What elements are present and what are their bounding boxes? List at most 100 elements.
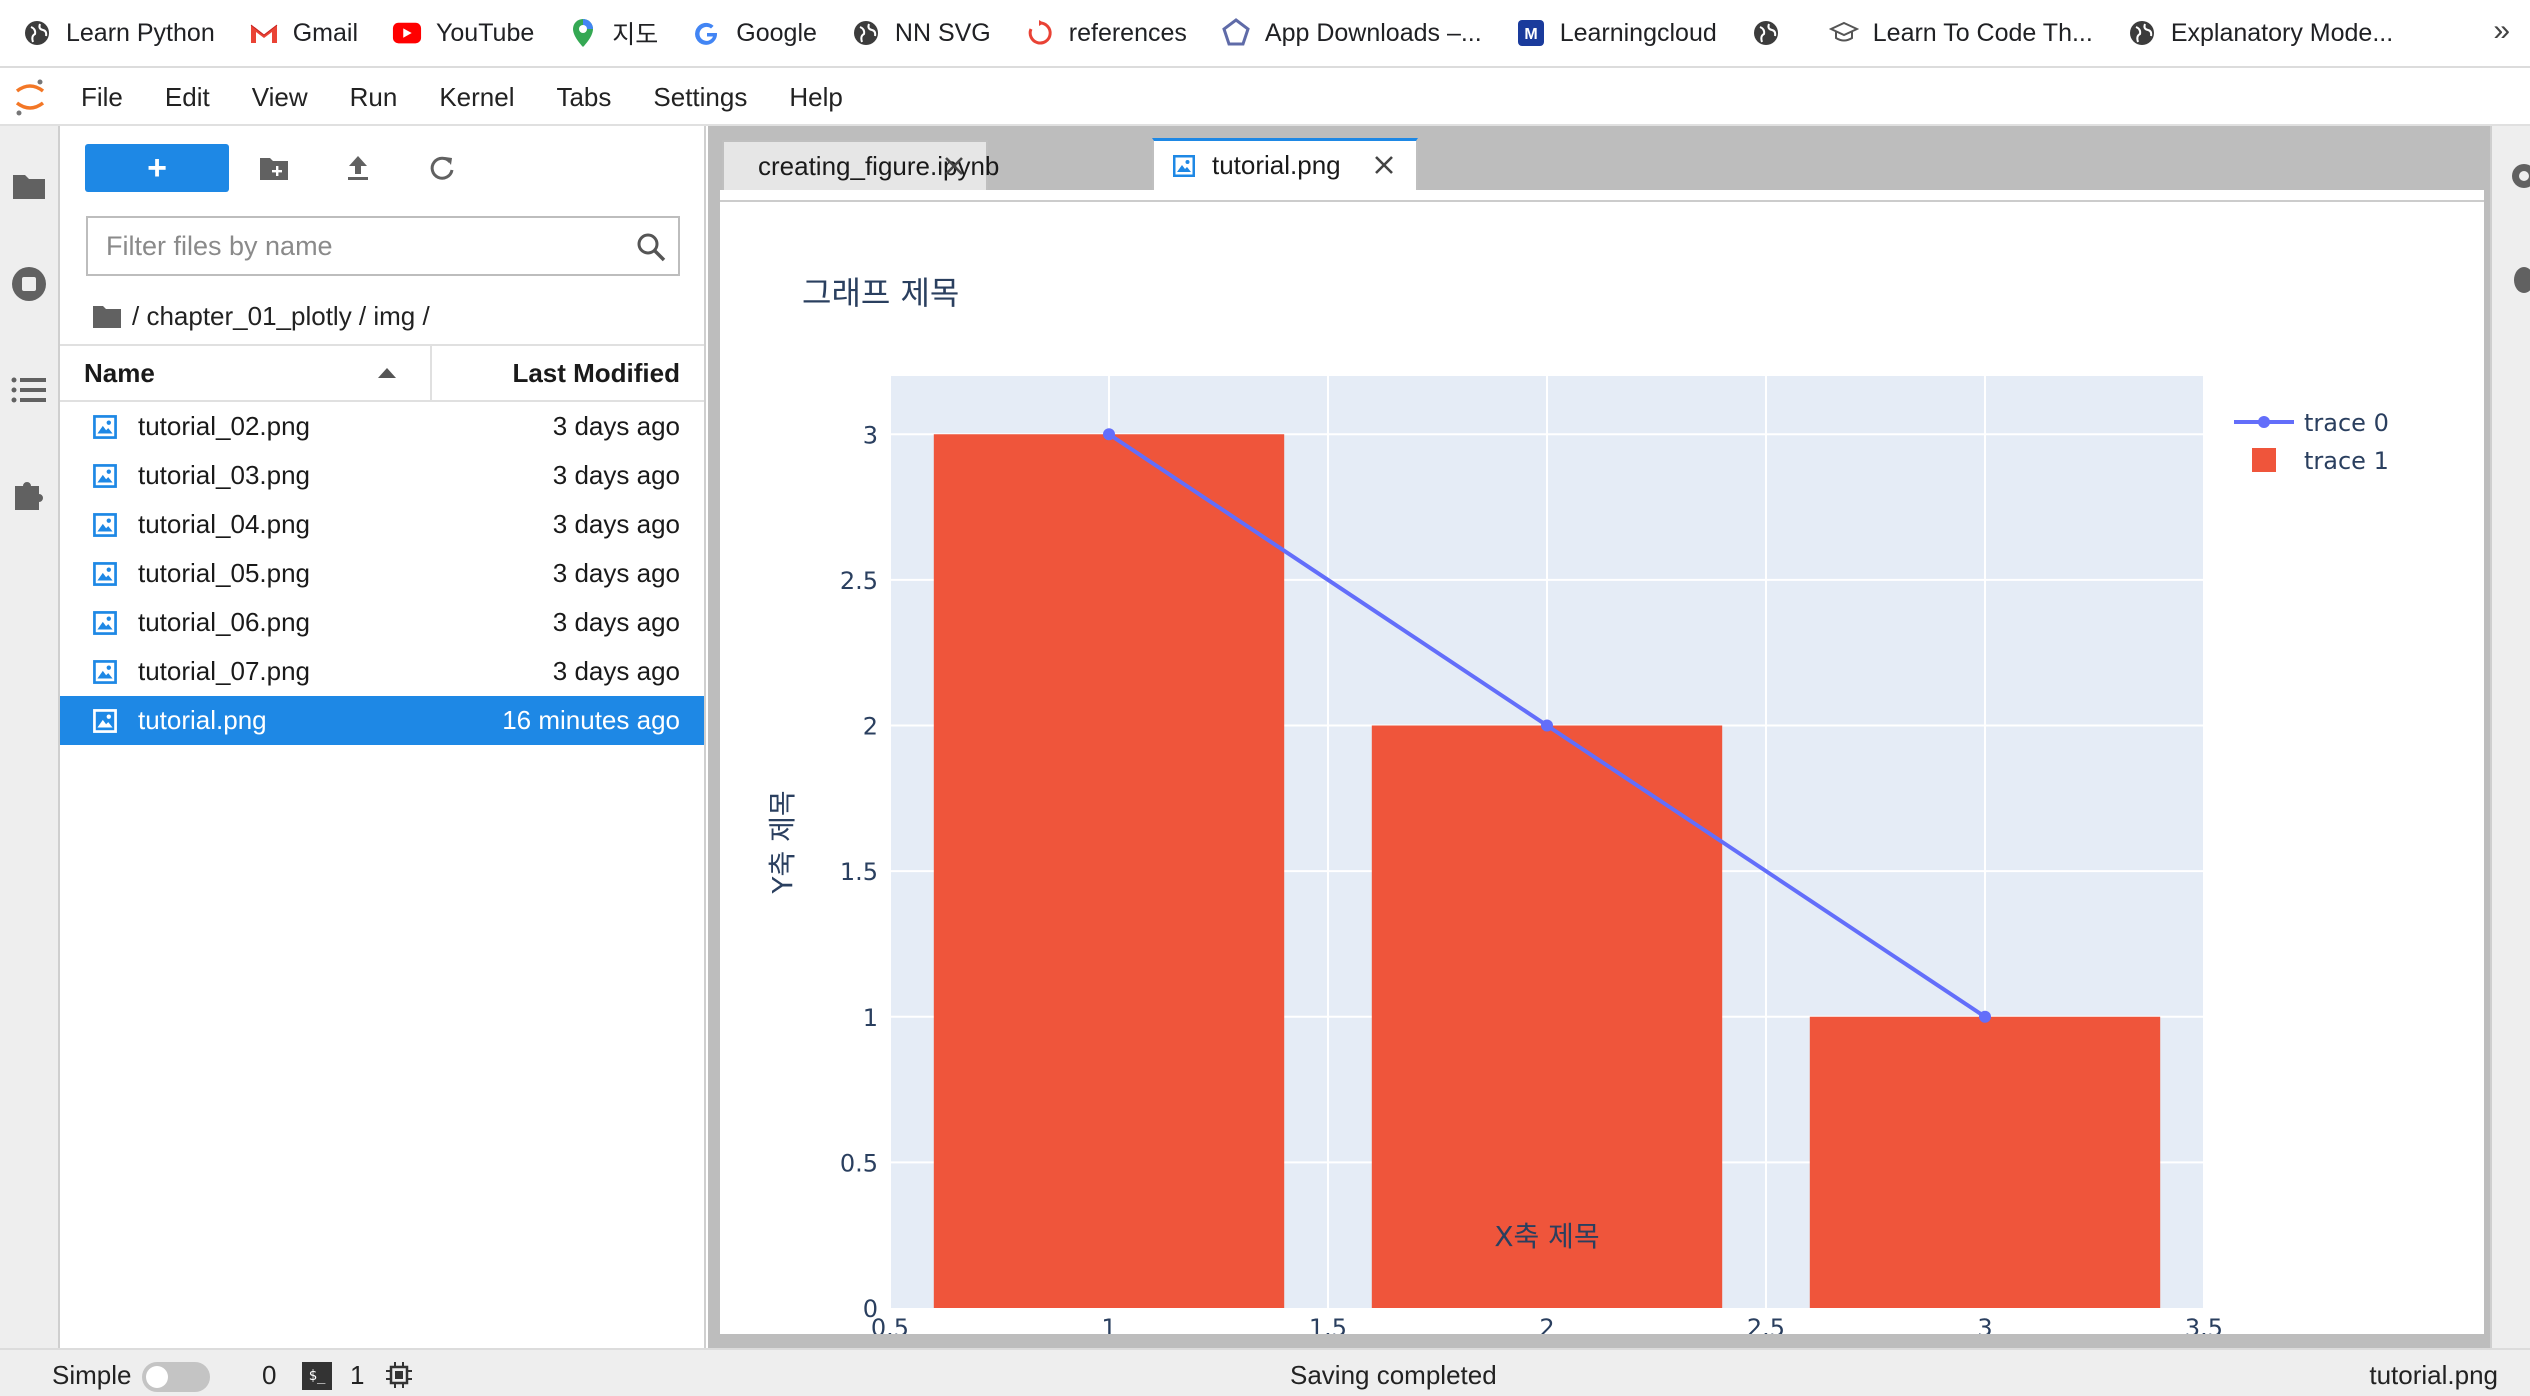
left-activity-bar: [0, 126, 60, 1348]
menu-tabs[interactable]: Tabs: [535, 69, 632, 125]
folder-icon[interactable]: [0, 156, 58, 216]
bookmark-label: references: [1068, 18, 1187, 47]
new-launcher-button[interactable]: +: [85, 144, 229, 192]
point-trace-0: [1541, 719, 1553, 732]
refresh-red-icon: [1025, 18, 1055, 48]
simple-mode-toggle[interactable]: [142, 1362, 210, 1392]
x-tick-label: 3.5: [2185, 1314, 2223, 1334]
close-icon[interactable]: [942, 154, 966, 178]
bookmark-10[interactable]: [1751, 0, 1795, 67]
x-axis-title: X축 제목: [1494, 1220, 1599, 1253]
bookmark-label: Learn Python: [66, 18, 215, 47]
kernel-count[interactable]: 0: [262, 1360, 276, 1391]
bookmark-2[interactable]: Gmail: [249, 0, 358, 67]
terminal-icon[interactable]: $_: [302, 1362, 332, 1390]
bookmark-8[interactable]: App Downloads –...: [1221, 0, 1482, 67]
bookmark-3[interactable]: YouTube: [392, 0, 534, 67]
menu-settings[interactable]: Settings: [632, 69, 768, 125]
refresh-icon[interactable]: [422, 148, 462, 188]
chart-title: 그래프 제목: [802, 274, 959, 312]
x-tick-label: 1.5: [1309, 1314, 1347, 1334]
y-tick-label: 1.5: [840, 858, 878, 886]
menu-edit[interactable]: Edit: [144, 69, 231, 125]
bookmark-label: Learn To Code Th...: [1872, 18, 2093, 47]
x-tick-label: 2: [1539, 1314, 1554, 1334]
column-header-last-modified[interactable]: Last Modified: [432, 346, 704, 400]
debugger-bug-icon[interactable]: [2504, 258, 2530, 303]
file-modified: 3 days ago: [552, 607, 680, 637]
menu-file[interactable]: File: [60, 69, 144, 125]
file-name: tutorial_07.png: [138, 656, 311, 686]
bookmark-label: 지도: [612, 21, 659, 49]
close-icon[interactable]: [1372, 153, 1396, 177]
bookmark-label: Google: [736, 18, 817, 47]
file-row[interactable]: tutorial_07.png 3 days ago: [60, 647, 704, 696]
file-row[interactable]: tutorial_06.png 3 days ago: [60, 598, 704, 647]
bookmark-6[interactable]: NN SVG: [851, 0, 991, 67]
extension-puzzle-icon[interactable]: [0, 464, 58, 524]
status-message: Saving completed: [1290, 1360, 1497, 1390]
jupyter-logo-icon[interactable]: [0, 69, 60, 125]
file-list: tutorial_02.png 3 days ago tutorial_03.png…: [60, 402, 704, 745]
y-tick-label: 1: [863, 1004, 878, 1032]
filter-files-input[interactable]: [88, 218, 608, 274]
bookmark-1[interactable]: Learn Python: [22, 0, 215, 67]
toggle-knob: [146, 1366, 168, 1388]
file-row[interactable]: tutorial_05.png 3 days ago: [60, 549, 704, 598]
bookmark-11[interactable]: Learn To Code Th...: [1828, 0, 2093, 67]
file-row[interactable]: tutorial_03.png 3 days ago: [60, 451, 704, 500]
gmail-icon: [249, 18, 279, 48]
file-name: tutorial_04.png: [138, 509, 311, 539]
table-of-contents-icon[interactable]: [0, 360, 58, 420]
file-name: tutorial_06.png: [138, 607, 311, 637]
status-bar: Simple 0 $_ 1 Saving completed tutorial.…: [0, 1348, 2530, 1396]
upload-icon[interactable]: [338, 148, 378, 188]
image-file-icon: [93, 561, 117, 586]
terminal-count[interactable]: 1: [350, 1360, 364, 1391]
x-tick-label: 1: [1101, 1314, 1116, 1334]
menu-kernel[interactable]: Kernel: [418, 69, 535, 125]
bookmark-12[interactable]: Explanatory Mode...: [2127, 0, 2393, 67]
current-file-name: tutorial.png: [2369, 1360, 2498, 1390]
bookmarks-bar: Learn Python Gmail YouTube 지도 Google NN SVG re…: [0, 0, 2530, 68]
legend-label-trace-1: trace 1: [2304, 447, 2389, 475]
bookmark-9[interactable]: M Learningcloud: [1516, 0, 1717, 67]
tab-creating-figure[interactable]: creating_figure.ipynb: [722, 140, 999, 190]
graduation-cap-icon: [1828, 18, 1859, 48]
bar-trace-1: [933, 434, 1285, 1308]
y-tick-label: 0.5: [840, 1149, 878, 1177]
bar-trace-1: [1809, 1016, 2161, 1308]
globe-icon: [2127, 18, 2157, 48]
legend-bar-swatch: [2252, 448, 2276, 472]
home-folder-icon[interactable]: [92, 303, 122, 329]
bookmark-label: Learningcloud: [1559, 18, 1717, 47]
youtube-icon: [392, 18, 422, 48]
image-file-icon: [93, 610, 117, 635]
plotly-chart: 00.511.522.530.5 1 1.5 2 2.5 3 3.5그래프 제목X축 제목Y…: [766, 274, 2389, 1334]
x-tick-label: 2.5: [1747, 1314, 1785, 1334]
google-icon: [692, 18, 722, 48]
running-stop-icon[interactable]: [0, 254, 58, 314]
column-header-name[interactable]: Name: [60, 346, 432, 400]
menu-run[interactable]: Run: [329, 69, 419, 125]
bookmark-label: NN SVG: [894, 18, 991, 47]
file-row[interactable]: tutorial_04.png 3 days ago: [60, 500, 704, 549]
tab-tutorial-png[interactable]: tutorial.png: [1152, 138, 1418, 190]
filter-files-field: [86, 216, 680, 276]
file-name: tutorial_03.png: [138, 460, 311, 490]
more-bookmarks-button[interactable]: »: [2493, 14, 2510, 48]
bookmark-7[interactable]: references: [1025, 0, 1187, 67]
y-tick-label: 2.5: [840, 567, 878, 595]
cpu-chip-icon[interactable]: [384, 1360, 414, 1390]
breadcrumb-path[interactable]: / chapter_01_plotly / img /: [132, 301, 430, 332]
bookmark-label: YouTube: [436, 18, 535, 47]
image-file-icon: [93, 708, 117, 733]
property-inspector-gear-icon[interactable]: [2504, 156, 2530, 201]
file-row[interactable]: tutorial.png 16 minutes ago: [60, 696, 704, 745]
menu-help[interactable]: Help: [768, 69, 863, 125]
bookmark-4[interactable]: 지도: [568, 0, 658, 67]
file-row[interactable]: tutorial_02.png 3 days ago: [60, 402, 704, 451]
bookmark-5[interactable]: Google: [692, 0, 817, 67]
menu-view[interactable]: View: [231, 69, 329, 125]
new-folder-icon[interactable]: [254, 148, 294, 188]
